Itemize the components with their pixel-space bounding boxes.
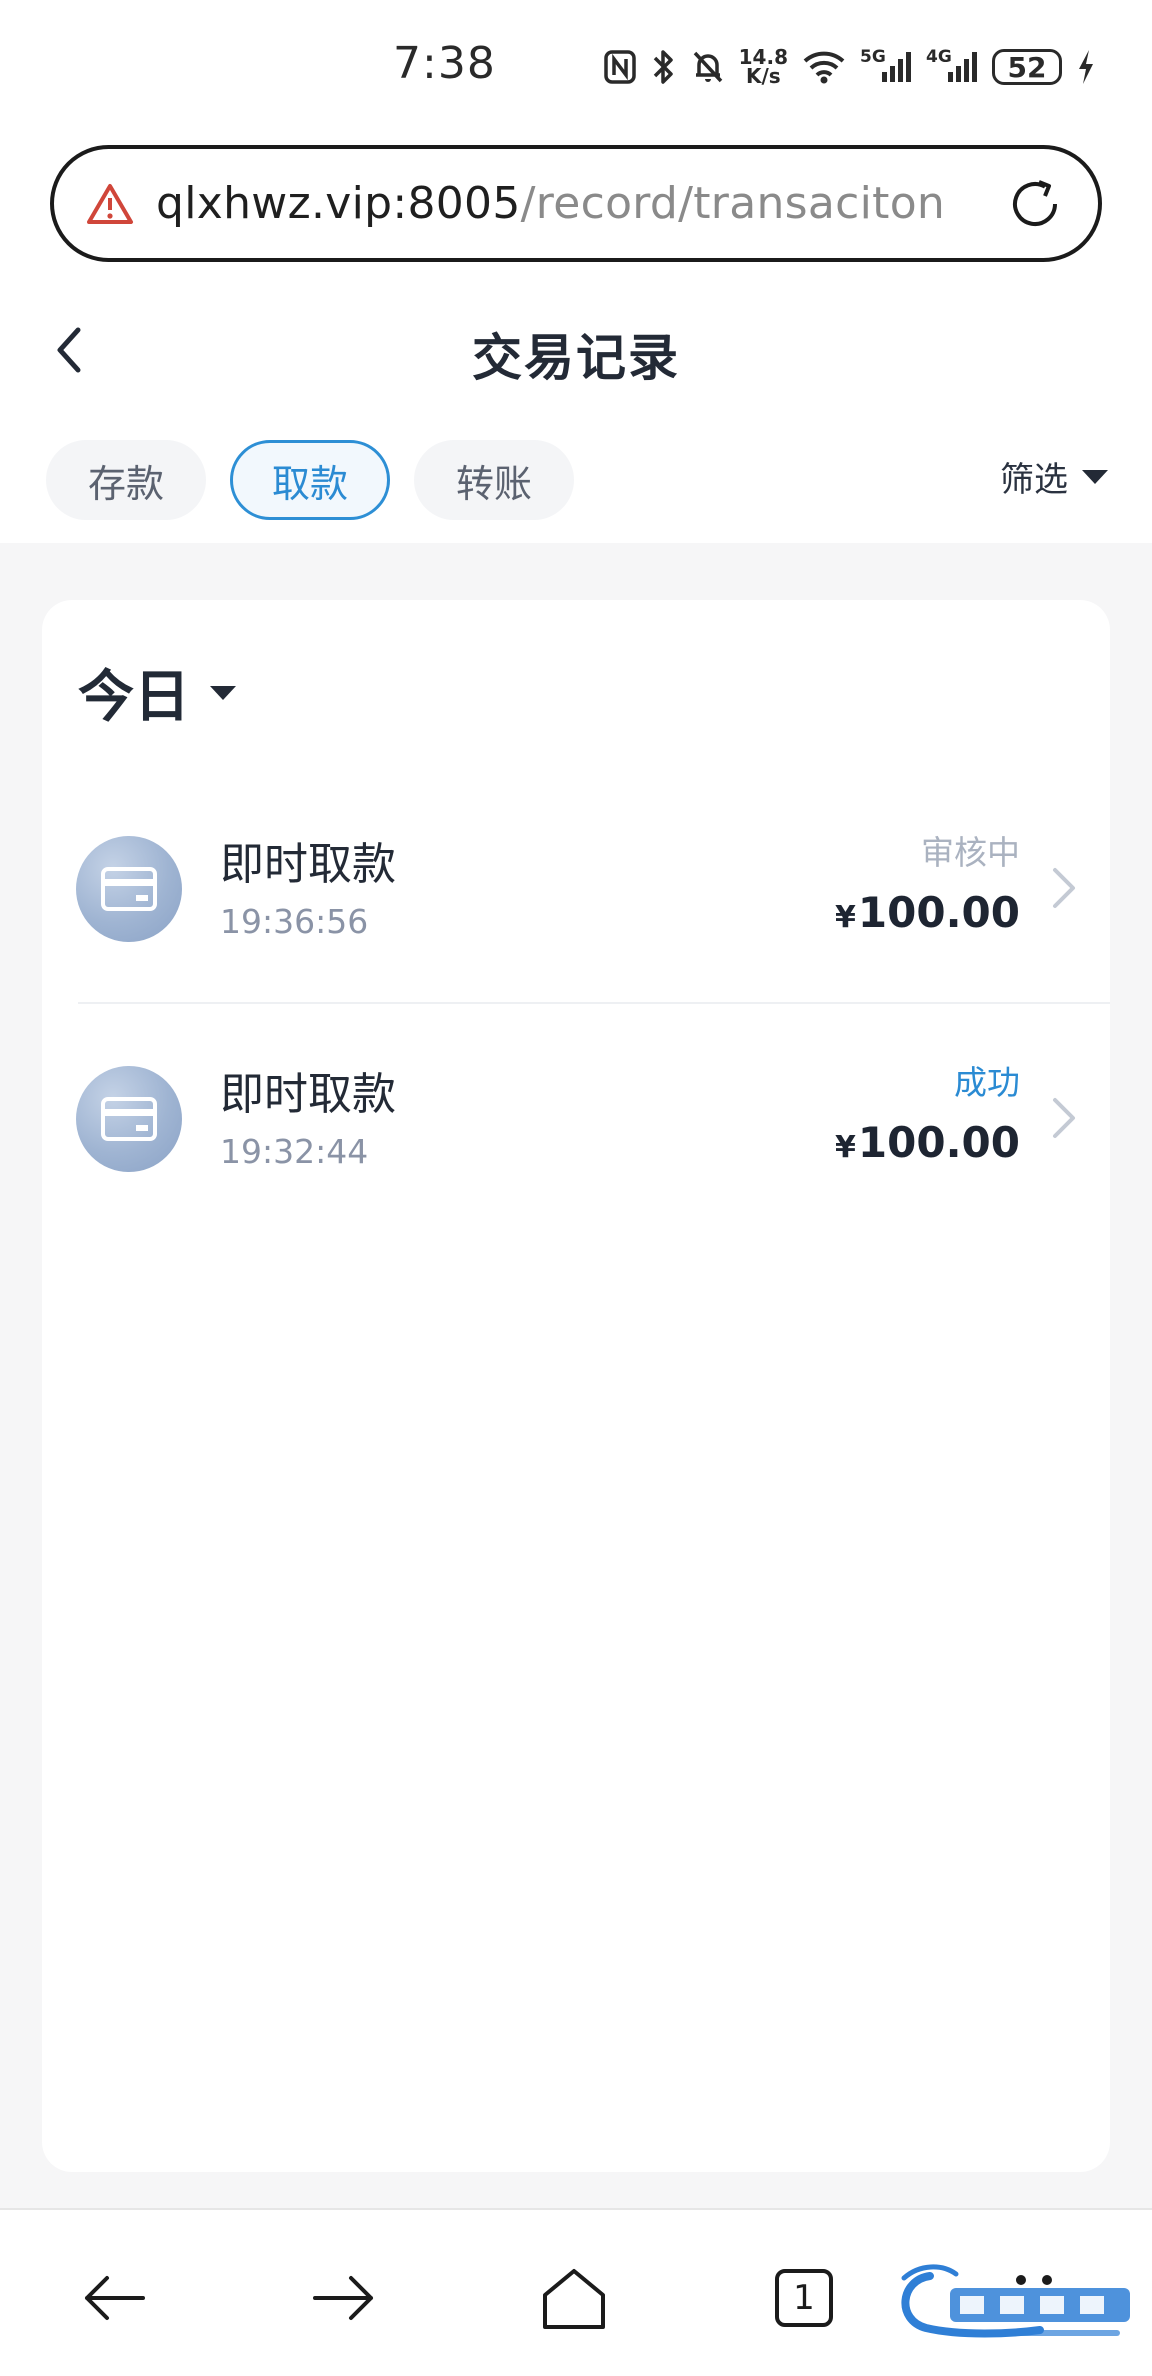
date-selector-label: 今日 xyxy=(78,665,190,730)
signal-5g-label: 5G xyxy=(860,47,886,67)
record-amount: ¥100.00 xyxy=(835,888,1020,937)
record-status: 审核中 xyxy=(921,833,1020,872)
tab-transfer[interactable]: 转账 xyxy=(414,440,574,520)
filter-button[interactable]: 筛选 xyxy=(1000,452,1110,501)
nav-forward-button[interactable] xyxy=(304,2258,384,2338)
nav-tabs-button[interactable]: 1 xyxy=(764,2258,844,2338)
filter-label: 筛选 xyxy=(1000,460,1068,500)
address-bar[interactable]: qlxhwz.vip:8005/record/transaciton xyxy=(50,145,1102,262)
back-arrow-icon xyxy=(85,2276,145,2320)
url-host: qlxhwz.vip:8005 xyxy=(156,178,521,229)
nav-home-button[interactable] xyxy=(534,2258,614,2338)
nav-back-button[interactable] xyxy=(74,2258,154,2338)
record-item[interactable]: 即时取款 19:32:44 成功 ¥100.00 xyxy=(42,1000,1110,1230)
currency-symbol: ¥ xyxy=(835,1130,856,1165)
home-icon xyxy=(543,2269,605,2329)
record-time: 19:32:44 xyxy=(220,1132,369,1171)
status-bar: 7:38 14.8 K/s 5G 4G 52 xyxy=(0,0,1152,135)
signal-icon: 5G xyxy=(860,45,912,89)
tab-deposit[interactable]: 存款 xyxy=(46,440,206,520)
reload-icon xyxy=(1013,180,1057,226)
url-text[interactable]: qlxhwz.vip:8005/record/transaciton xyxy=(156,178,945,229)
record-title: 即时取款 xyxy=(220,1069,396,1120)
card-icon xyxy=(76,1066,182,1172)
record-time: 19:36:56 xyxy=(220,902,369,941)
transaction-tabs: 存款 取款 转账 xyxy=(46,440,574,520)
signal-4g-icon: 4G xyxy=(926,45,978,89)
charging-icon xyxy=(1076,45,1096,89)
reload-button[interactable] xyxy=(1002,171,1068,237)
chevron-right-icon xyxy=(1046,862,1082,914)
record-item[interactable]: 即时取款 19:36:56 审核中 ¥100.00 xyxy=(42,770,1110,1000)
signal-4g-label: 4G xyxy=(926,47,952,67)
amount-value: 100.00 xyxy=(857,1118,1020,1167)
page: 7:38 14.8 K/s 5G 4G 52 qlxhwz.vip:8005/r… xyxy=(0,0,1152,2376)
page-header: 交易记录 xyxy=(0,290,1152,410)
forward-arrow-icon xyxy=(313,2276,373,2320)
watermark-logo xyxy=(890,2258,1142,2344)
net-speed-unit: K/s xyxy=(745,64,781,88)
battery-indicator: 52 xyxy=(992,45,1062,89)
battery-level: 52 xyxy=(992,49,1062,85)
record-status: 成功 xyxy=(954,1063,1020,1102)
mute-icon xyxy=(691,45,725,89)
warning-icon[interactable] xyxy=(86,182,134,226)
records-card: 今日 即时取款 19:36:56 审核中 ¥100.00 即时取款 19:32:… xyxy=(42,600,1110,2172)
url-path: /record/transaciton xyxy=(520,178,946,229)
nfc-icon xyxy=(603,45,637,89)
tab-withdraw[interactable]: 取款 xyxy=(230,440,390,520)
caret-down-icon xyxy=(1082,469,1108,484)
card-icon xyxy=(76,836,182,942)
status-icons: 14.8 K/s 5G 4G 52 xyxy=(603,42,1096,92)
tabs-icon: 1 xyxy=(775,2269,833,2327)
record-title: 即时取款 xyxy=(220,839,396,890)
page-title: 交易记录 xyxy=(472,329,680,387)
bluetooth-icon xyxy=(651,45,677,89)
record-amount: ¥100.00 xyxy=(835,1118,1020,1167)
caret-down-icon xyxy=(210,685,236,700)
amount-value: 100.00 xyxy=(857,888,1020,937)
currency-symbol: ¥ xyxy=(835,900,856,935)
wifi-icon xyxy=(802,45,846,89)
status-time: 7:38 xyxy=(393,38,496,89)
date-selector[interactable]: 今日 xyxy=(78,652,238,733)
net-speed: 14.8 K/s xyxy=(739,45,788,89)
chevron-right-icon xyxy=(1046,1092,1082,1144)
